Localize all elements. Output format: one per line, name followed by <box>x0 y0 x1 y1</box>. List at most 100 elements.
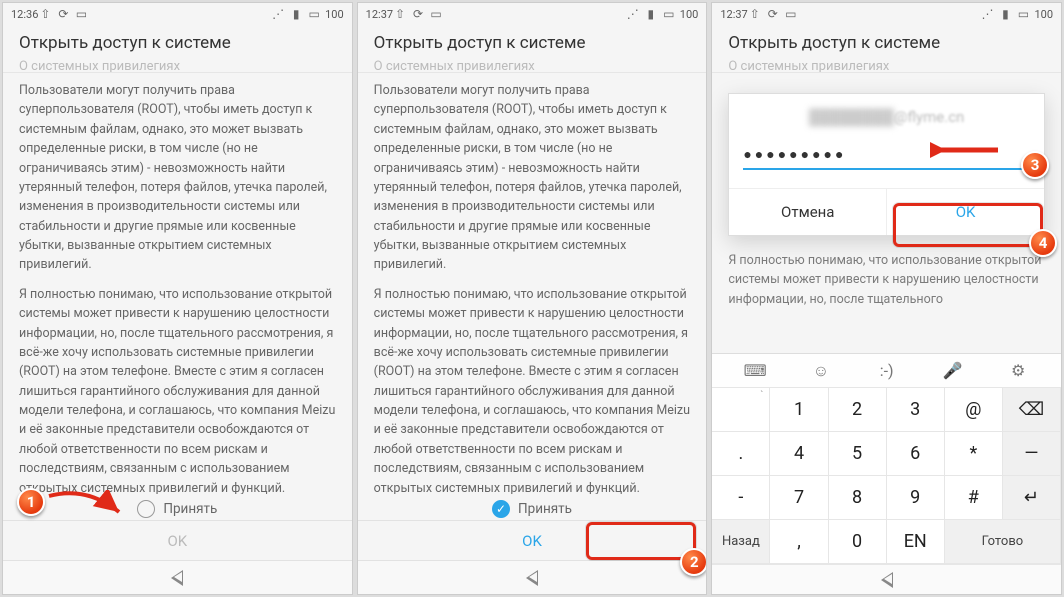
battery-icon: ▭ <box>662 7 676 21</box>
phone-screenshot-1: 12:36 ⇧ ⟳ ▭ ⋰ ▮ ▭ 100 Открыть доступ к с… <box>2 2 353 595</box>
password-masked: ●●●●●●●●● <box>743 146 846 163</box>
key-,[interactable]: , <box>770 520 828 564</box>
dialog-cancel-button[interactable]: Отмена <box>729 189 887 235</box>
sdcard-icon: ▭ <box>74 7 88 21</box>
battery-icon: ▭ <box>307 7 321 21</box>
phone-screenshot-2: 12:37 ⇧ ⟳ ▭ ⋰ ▮ ▭ 100 Открыть доступ к с… <box>357 2 708 595</box>
phone-screenshot-3: 12:37 ⇧ ⟳ ▭ ⋰ ▮ ▭ 100 Открыть доступ к с… <box>711 2 1062 595</box>
key-5[interactable]: 5 <box>829 432 887 476</box>
back-nav-icon[interactable] <box>526 570 538 586</box>
sdcard-icon: ▭ <box>784 7 798 21</box>
wifi-icon: ⋰ <box>271 7 285 21</box>
accept-radio-checked[interactable] <box>492 500 510 518</box>
password-input[interactable]: ●●●●●●●●● <box>743 140 1030 170</box>
status-icons-right: ⋰ ▮ ▭ 100 <box>980 7 1053 21</box>
annotation-highlight-dialog-ok <box>893 203 1043 247</box>
accept-label: Принять <box>163 501 217 517</box>
accept-row[interactable]: Принять <box>358 494 707 520</box>
footer-bar: OK <box>3 520 352 560</box>
status-bar: 12:37 ⇧ ⟳ ▭ ⋰ ▮ ▭ 100 <box>712 3 1061 25</box>
status-icons-left: ⇧ ⟳ ▭ <box>748 7 798 21</box>
refresh-icon: ⟳ <box>56 7 70 21</box>
status-icons-right: ⋰ ▮ ▭ 100 <box>271 7 344 21</box>
key-`[interactable]: ` <box>712 388 770 432</box>
signal-icon: ▮ <box>644 7 658 21</box>
key--[interactable]: - <box>712 476 770 520</box>
page-title: Открыть доступ к системе <box>712 25 1061 59</box>
key-2[interactable]: 2 <box>829 388 887 432</box>
battery-icon: ▭ <box>1016 7 1030 21</box>
android-navbar <box>358 560 707 594</box>
annotation-highlight-ok <box>586 522 696 560</box>
key-Готово[interactable]: Готово <box>945 520 1061 564</box>
signal-icon: ▮ <box>289 7 303 21</box>
subtitle-faded: О системных привилегиях <box>712 59 1061 73</box>
key-4[interactable]: 4 <box>770 432 828 476</box>
subtitle-faded: О системных привилегиях <box>358 59 707 73</box>
key-Назад[interactable]: Назад <box>712 520 770 564</box>
annotation-marker-3: 3 <box>1021 151 1049 179</box>
battery-pct: 100 <box>325 8 344 21</box>
wifi-icon: ⋰ <box>980 7 994 21</box>
sdcard-icon: ▭ <box>429 7 443 21</box>
page-title: Открыть доступ к системе <box>3 25 352 59</box>
agreement-para-1: Пользователи могут получить права суперп… <box>19 81 336 275</box>
status-time: 12:37 <box>366 8 393 21</box>
battery-pct: 100 <box>680 8 699 21</box>
agreement-body: Пользователи могут получить права суперп… <box>3 73 352 494</box>
emoji-icon[interactable]: ☺ <box>788 361 854 381</box>
annotation-marker-4: 4 <box>1029 229 1057 257</box>
key-#[interactable]: # <box>945 476 1003 520</box>
upload-icon: ⇧ <box>38 7 52 21</box>
key-EN[interactable]: EN <box>887 520 945 564</box>
refresh-icon: ⟳ <box>411 7 425 21</box>
accept-radio-unchecked[interactable] <box>137 500 155 518</box>
keyboard-toolbar: ⌨ ☺ :-) 🎤 ⚙ <box>712 354 1061 388</box>
annotation-marker-2: 2 <box>680 548 707 576</box>
back-nav-icon[interactable] <box>171 570 183 586</box>
keyboard-grid: `123@⌫.456*— -789#↵ Назад,0ENГотово <box>712 388 1061 564</box>
back-nav-icon[interactable] <box>881 572 893 588</box>
ok-button-disabled: OK <box>167 532 187 550</box>
battery-pct: 100 <box>1034 8 1053 21</box>
key-⌫[interactable]: ⌫ <box>1003 388 1061 432</box>
agreement-para-2-partial: Я полностью понимаю, что использование о… <box>728 251 1045 309</box>
annotation-arrow-1 <box>47 490 127 522</box>
page-title: Открыть доступ к системе <box>358 25 707 59</box>
status-icons-left: ⇧ ⟳ ▭ <box>393 7 443 21</box>
agreement-para-1: Пользователи могут получить права суперп… <box>374 81 691 275</box>
android-navbar <box>3 560 352 594</box>
key-7[interactable]: 7 <box>770 476 828 520</box>
agreement-para-2: Я полностью понимаю, что использование о… <box>19 285 336 494</box>
key-0[interactable]: 0 <box>829 520 887 564</box>
ok-button[interactable]: OK <box>522 532 542 550</box>
status-icons-right: ⋰ ▮ ▭ 100 <box>626 7 699 21</box>
wifi-icon: ⋰ <box>626 7 640 21</box>
key-6[interactable]: 6 <box>887 432 945 476</box>
gear-icon[interactable]: ⚙ <box>985 361 1051 380</box>
agreement-para-2: Я полностью понимаю, что использование о… <box>374 285 691 494</box>
upload-icon: ⇧ <box>748 7 762 21</box>
key-↵[interactable]: ↵ <box>1003 476 1061 520</box>
key-@[interactable]: @ <box>945 388 1003 432</box>
mic-icon[interactable]: 🎤 <box>920 361 986 380</box>
key-8[interactable]: 8 <box>829 476 887 520</box>
status-bar: 12:36 ⇧ ⟳ ▭ ⋰ ▮ ▭ 100 <box>3 3 352 25</box>
upload-icon: ⇧ <box>393 7 407 21</box>
smiley-text-icon[interactable]: :-) <box>854 361 920 380</box>
annotation-marker-1: 1 <box>17 488 45 516</box>
android-navbar <box>712 564 1061 594</box>
key-*[interactable]: * <box>945 432 1003 476</box>
subtitle-faded: О системных привилегиях <box>3 59 352 73</box>
status-bar: 12:37 ⇧ ⟳ ▭ ⋰ ▮ ▭ 100 <box>358 3 707 25</box>
key-—[interactable]: — <box>1003 432 1061 476</box>
signal-icon: ▮ <box>998 7 1012 21</box>
key-3[interactable]: 3 <box>887 388 945 432</box>
numeric-keyboard: ⌨ ☺ :-) 🎤 ⚙ `123@⌫.456*— -789#↵ Назад,0ENГ… <box>712 353 1061 594</box>
key-9[interactable]: 9 <box>887 476 945 520</box>
key-1[interactable]: 1 <box>770 388 828 432</box>
status-icons-left: ⇧ ⟳ ▭ <box>38 7 88 21</box>
keyboard-switch-icon[interactable]: ⌨ <box>722 361 788 380</box>
status-time: 12:37 <box>720 8 747 21</box>
key-.[interactable]: . <box>712 432 770 476</box>
